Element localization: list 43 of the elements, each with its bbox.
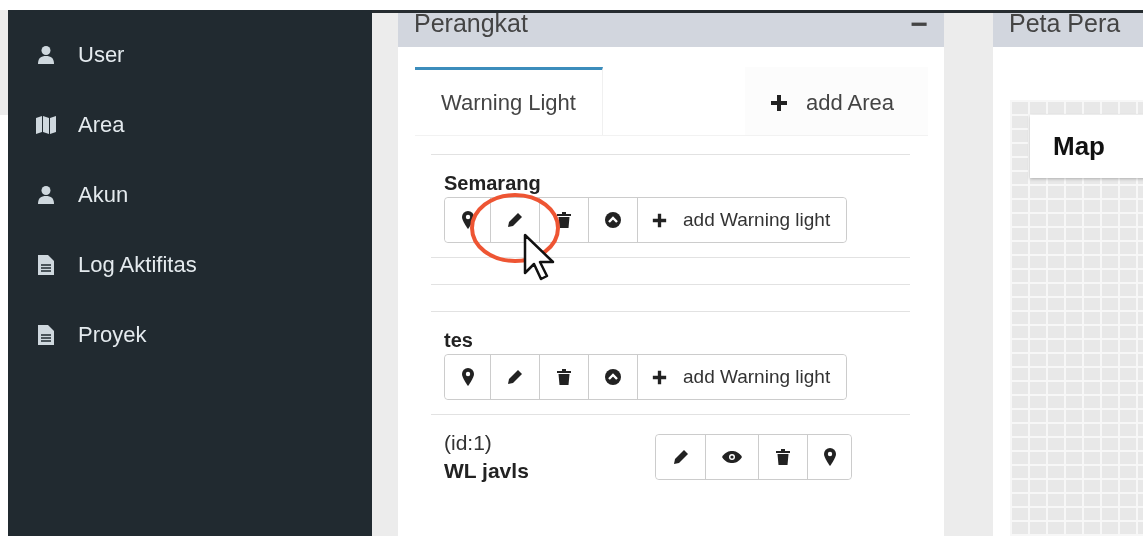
add-warning-light-button[interactable]: add Warning light (637, 198, 847, 242)
document-icon (35, 254, 57, 276)
panel-title: Peta Pera (1009, 13, 1121, 36)
light-id: (id:1) (444, 431, 493, 455)
trash-icon (557, 369, 571, 385)
sidebar-label: User (78, 42, 125, 68)
cursor-icon (523, 233, 557, 283)
document-icon (35, 324, 57, 346)
panel-title: Perangkat (414, 13, 528, 36)
pin-icon (823, 448, 836, 466)
area-name: Semarang (444, 172, 542, 195)
plus-icon (652, 212, 667, 228)
sidebar-item[interactable]: Akun (8, 160, 372, 230)
map-icon (35, 115, 57, 135)
sidebar-item[interactable]: Proyek (8, 300, 372, 370)
area-name: tes (444, 329, 474, 352)
sidebar-item[interactable]: Log Aktifitas (8, 230, 372, 300)
pencil-icon (507, 369, 523, 385)
light-name: WL javls (444, 459, 529, 483)
trash-icon (776, 449, 790, 465)
trash-icon (557, 212, 571, 228)
chevron-up-circle-icon (605, 369, 621, 385)
tab[interactable]: Warning Light (415, 67, 603, 135)
sidebar-label: Area (78, 112, 125, 138)
pencil-icon (672, 449, 689, 465)
map-type-button[interactable]: Map (1030, 115, 1143, 178)
pin-icon (461, 368, 474, 386)
chevron-up-circle-icon (605, 212, 621, 228)
user-icon (35, 185, 57, 205)
eye-icon (722, 451, 742, 463)
pin-icon (461, 211, 474, 229)
pencil-icon (507, 212, 523, 228)
plus-icon (769, 93, 788, 112)
sidebar-label: Akun (78, 182, 129, 208)
user-icon (35, 45, 57, 65)
location-button[interactable] (807, 435, 851, 479)
sidebar-label: Log Aktifitas (78, 252, 197, 278)
collapse-button[interactable]: − (910, 13, 928, 39)
plus-icon (652, 369, 667, 385)
sidebar-item[interactable]: User (8, 20, 372, 90)
sidebar-item[interactable]: Area (8, 90, 372, 160)
add-warning-light-button[interactable]: add Warning light (637, 355, 847, 399)
sidebar-label: Proyek (78, 322, 147, 348)
